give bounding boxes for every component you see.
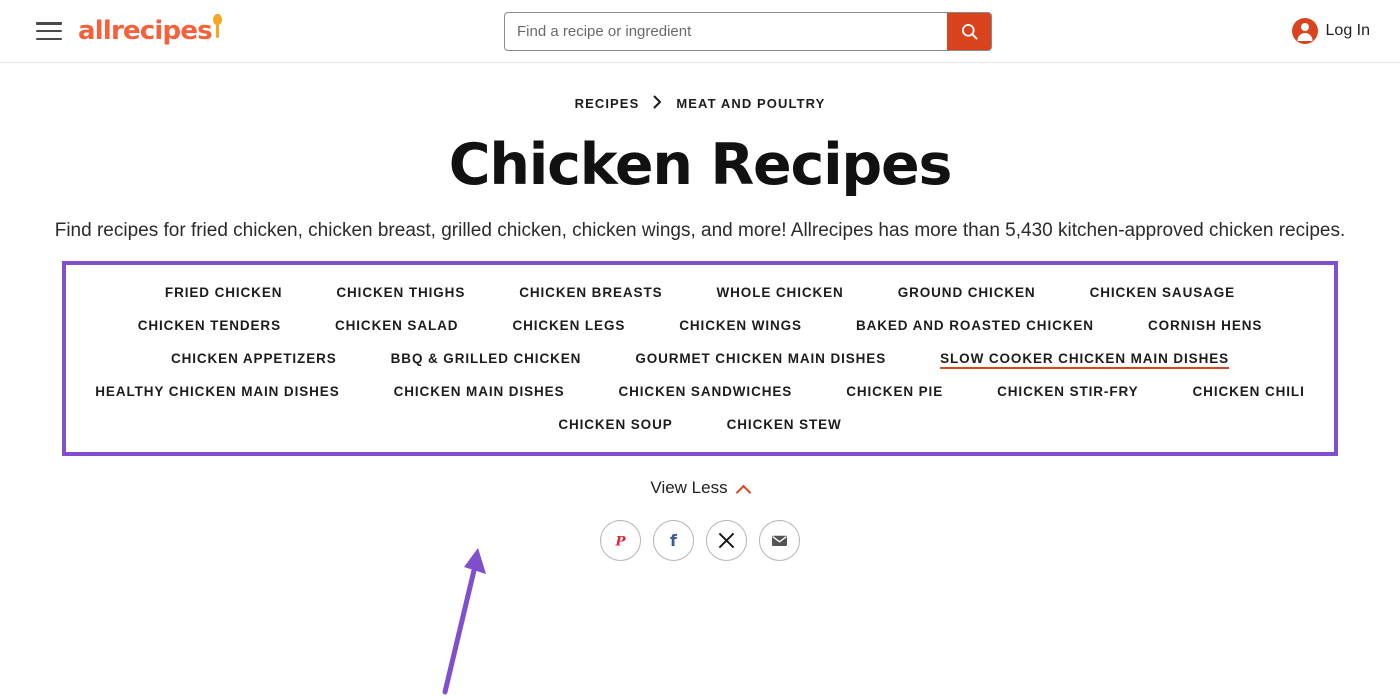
view-less-toggle[interactable]: View Less — [0, 478, 1400, 498]
svg-text:f: f — [670, 531, 678, 550]
user-avatar-icon — [1291, 18, 1318, 44]
category-link-chicken-main-dishes[interactable]: CHICKEN MAIN DISHES — [367, 384, 592, 399]
category-row: CHICKEN APPETIZERS BBQ & GRILLED CHICKEN… — [74, 351, 1326, 366]
category-link-chicken-sandwiches[interactable]: CHICKEN SANDWICHES — [591, 384, 819, 399]
search-input[interactable] — [505, 13, 947, 50]
page-description: Find recipes for fried chicken, chicken … — [54, 219, 1346, 241]
chevron-up-icon — [737, 484, 750, 492]
category-link-chicken-tenders[interactable]: CHICKEN TENDERS — [111, 318, 308, 333]
search-bar[interactable] — [504, 12, 992, 51]
category-link-chicken-stir-fry[interactable]: CHICKEN STIR-FRY — [970, 384, 1165, 399]
hamburger-menu-icon[interactable] — [36, 22, 62, 40]
category-link-chicken-wings[interactable]: CHICKEN WINGS — [652, 318, 829, 333]
allrecipes-logo[interactable]: allrecipes — [78, 14, 222, 46]
facebook-icon: f — [670, 531, 678, 550]
category-link-chicken-appetizers[interactable]: CHICKEN APPETIZERS — [144, 351, 364, 366]
category-link-chicken-stew[interactable]: CHICKEN STEW — [700, 417, 869, 432]
category-links-box: FRIED CHICKEN CHICKEN THIGHS CHICKEN BRE… — [62, 261, 1338, 457]
login-label: Log In — [1325, 22, 1370, 39]
category-row: HEALTHY CHICKEN MAIN DISHES CHICKEN MAIN… — [74, 384, 1326, 399]
hamburger-bar — [36, 37, 62, 40]
category-link-chicken-soup[interactable]: CHICKEN SOUP — [531, 417, 699, 432]
share-pinterest-button[interactable]: P — [600, 520, 641, 562]
category-link-chicken-salad[interactable]: CHICKEN SALAD — [308, 318, 485, 333]
category-row: CHICKEN TENDERS CHICKEN SALAD CHICKEN LE… — [74, 318, 1326, 333]
breadcrumb-item-meat-and-poultry[interactable]: MEAT AND POULTRY — [676, 96, 825, 111]
category-link-gourmet-chicken-main-dishes[interactable]: GOURMET CHICKEN MAIN DISHES — [608, 351, 913, 366]
social-share-bar: P f — [0, 520, 1400, 562]
category-link-chicken-legs[interactable]: CHICKEN LEGS — [485, 318, 652, 333]
share-email-button[interactable] — [759, 520, 800, 562]
share-x-button[interactable] — [706, 520, 747, 562]
hamburger-bar — [36, 22, 62, 25]
category-link-bbq-and-grilled-chicken[interactable]: BBQ & GRILLED CHICKEN — [364, 351, 609, 366]
login-button[interactable]: Log In — [1291, 18, 1370, 44]
page-title: Chicken Recipes — [448, 132, 953, 198]
logo-wordmark: allrecipes — [78, 16, 213, 46]
x-twitter-icon — [718, 533, 735, 549]
category-link-slow-cooker-chicken-main-dishes[interactable]: SLOW COOKER CHICKEN MAIN DISHES — [913, 351, 1256, 366]
category-row: FRIED CHICKEN CHICKEN THIGHS CHICKEN BRE… — [74, 285, 1326, 300]
category-link-chicken-chili[interactable]: CHICKEN CHILI — [1166, 384, 1332, 399]
main-content: RECIPES MEAT AND POULTRY Chicken Recipes… — [0, 63, 1400, 562]
category-link-chicken-pie[interactable]: CHICKEN PIE — [819, 384, 970, 399]
svg-text:P: P — [614, 534, 626, 550]
category-row: CHICKEN SOUP CHICKEN STEW — [74, 417, 1326, 432]
category-link-chicken-breasts[interactable]: CHICKEN BREASTS — [492, 285, 689, 300]
pinterest-icon: P — [614, 534, 626, 550]
spoon-icon — [212, 14, 222, 40]
view-less-label: View Less — [650, 478, 728, 498]
search-submit-button[interactable] — [947, 13, 991, 50]
category-link-chicken-thighs[interactable]: CHICKEN THIGHS — [309, 285, 492, 300]
category-link-baked-and-roasted-chicken[interactable]: BAKED AND ROASTED CHICKEN — [829, 318, 1121, 333]
email-icon — [771, 536, 788, 547]
category-link-cornish-hens[interactable]: CORNISH HENS — [1121, 318, 1289, 333]
breadcrumb-item-recipes[interactable]: RECIPES — [575, 96, 640, 111]
category-link-fried-chicken[interactable]: FRIED CHICKEN — [138, 285, 309, 300]
site-header: allrecipes Log In — [0, 0, 1400, 63]
category-link-chicken-sausage[interactable]: CHICKEN SAUSAGE — [1063, 285, 1263, 300]
search-icon — [961, 24, 978, 40]
category-link-ground-chicken[interactable]: GROUND CHICKEN — [871, 285, 1063, 300]
breadcrumb-separator-icon — [653, 95, 662, 112]
share-facebook-button[interactable]: f — [653, 520, 694, 562]
hamburger-bar — [36, 29, 62, 33]
category-link-whole-chicken[interactable]: WHOLE CHICKEN — [690, 285, 871, 300]
category-link-healthy-chicken-main-dishes[interactable]: HEALTHY CHICKEN MAIN DISHES — [68, 384, 366, 399]
annotation-arrow — [442, 548, 486, 695]
breadcrumb: RECIPES MEAT AND POULTRY — [0, 95, 1400, 112]
